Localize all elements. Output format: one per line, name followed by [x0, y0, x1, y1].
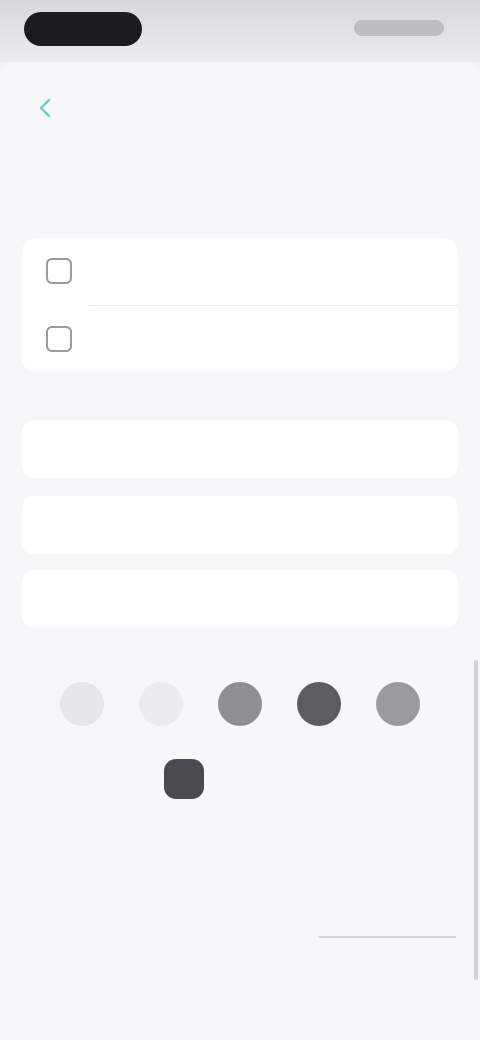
- square-icon: [46, 326, 72, 352]
- square-icon: [46, 258, 72, 284]
- option-row-1[interactable]: [22, 238, 458, 304]
- home-indicator: [318, 936, 456, 938]
- action-button-3[interactable]: [22, 570, 458, 628]
- small-icon[interactable]: [139, 682, 183, 726]
- back-icon[interactable]: [34, 96, 58, 120]
- brand-mark-icon: [164, 759, 204, 799]
- scrollbar[interactable]: [474, 660, 478, 980]
- status-time-pill: [24, 12, 142, 46]
- status-bar: [0, 0, 480, 62]
- option-row-2[interactable]: [22, 306, 458, 372]
- social-icons-row: [60, 676, 420, 732]
- circle-outline-icon[interactable]: [60, 682, 104, 726]
- brand-logo: [164, 754, 324, 804]
- circle-filled-icon[interactable]: [297, 682, 341, 726]
- options-card: [22, 238, 458, 372]
- circle-filled-icon[interactable]: [376, 682, 420, 726]
- circle-filled-icon[interactable]: [218, 682, 262, 726]
- action-button-1[interactable]: [22, 420, 458, 478]
- action-button-2[interactable]: [22, 496, 458, 554]
- status-indicators: [354, 20, 444, 36]
- nav-bar: [0, 78, 480, 138]
